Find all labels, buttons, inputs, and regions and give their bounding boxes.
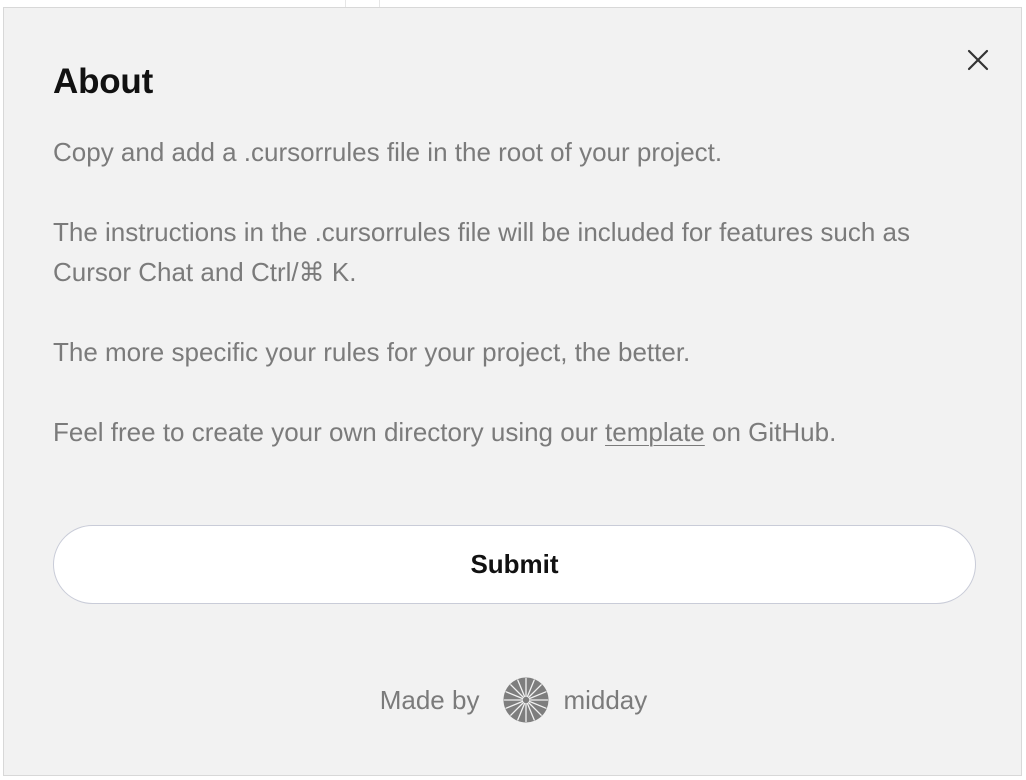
backdrop-divider [345, 0, 346, 7]
template-paragraph: Feel free to create your own directory u… [53, 412, 933, 452]
backdrop-divider [379, 0, 380, 7]
close-button[interactable] [962, 44, 994, 76]
made-by-label: Made by [379, 684, 480, 715]
midday-brand-link[interactable]: midday [563, 685, 647, 716]
features-paragraph: The instructions in the .cursorrules fil… [53, 217, 910, 287]
made-by-footer: Made by midday [4, 674, 1023, 726]
template-text-before: Feel free to create your own directory u… [53, 417, 606, 447]
instruction-paragraph: Copy and add a .cursorrules file in the … [53, 137, 723, 167]
specificity-paragraph: The more specific your rules for your pr… [53, 337, 691, 367]
midday-logo-icon[interactable] [503, 677, 549, 723]
close-icon [967, 49, 989, 71]
template-text-after: on GitHub. [704, 417, 837, 447]
submit-button[interactable]: Submit [53, 525, 976, 604]
dialog-title: About [53, 62, 154, 101]
template-link[interactable]: template [605, 417, 705, 447]
about-dialog: About Copy and add a .cursorrules file i… [3, 7, 1022, 776]
